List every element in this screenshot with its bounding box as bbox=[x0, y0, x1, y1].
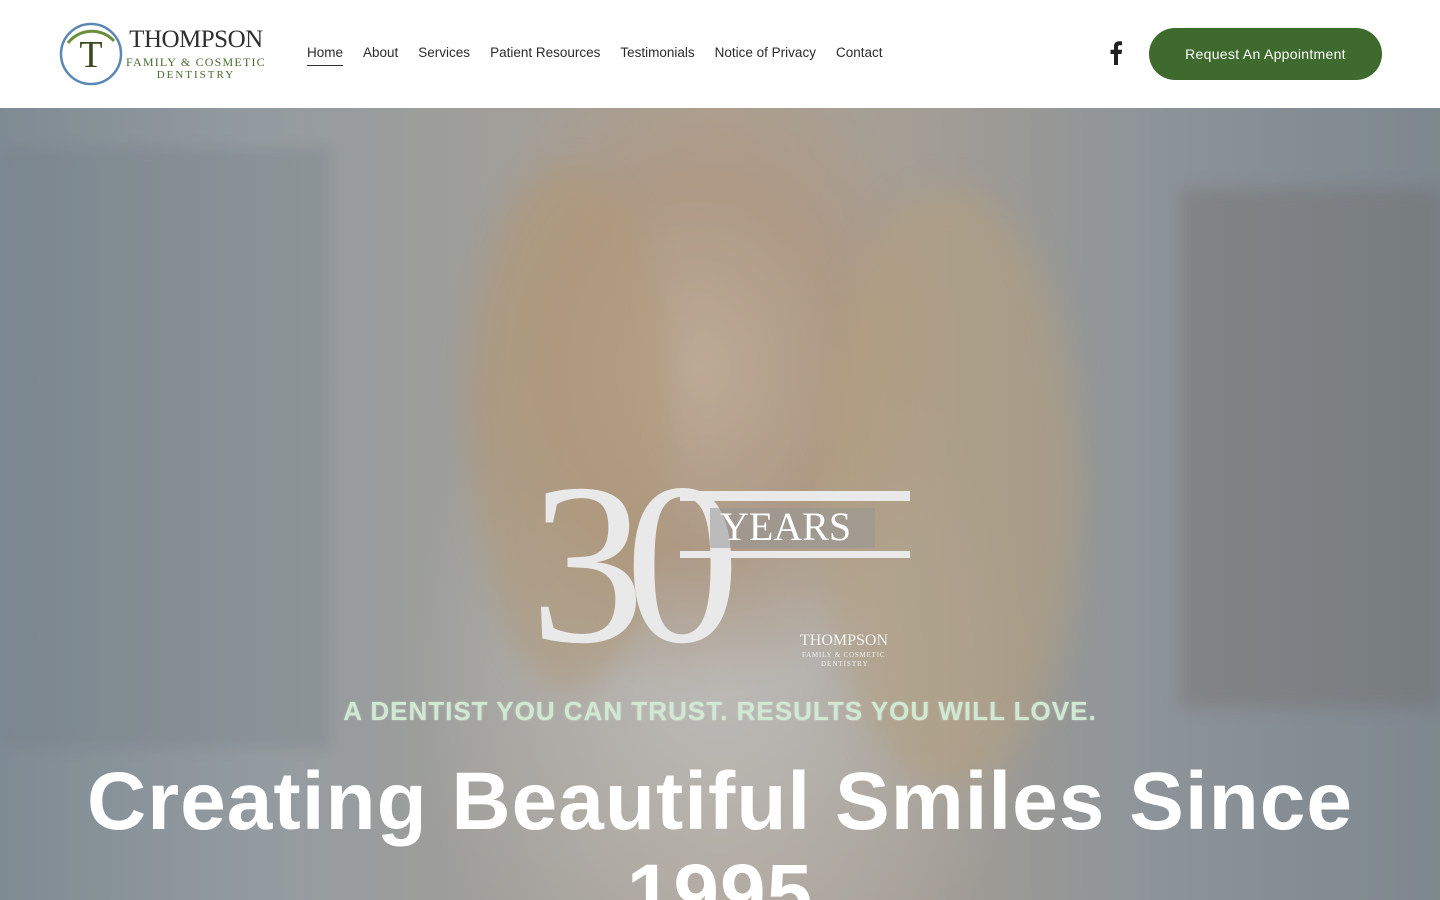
logo-subtitle-2: DENTISTRY bbox=[156, 69, 236, 81]
facebook-icon[interactable] bbox=[1105, 40, 1127, 66]
nav-item-notice-of-privacy[interactable]: Notice of Privacy bbox=[715, 44, 816, 66]
nav-item-patient-resources[interactable]: Patient Resources bbox=[490, 44, 600, 66]
logo-name: THOMPSON bbox=[129, 26, 263, 53]
nav-item-about[interactable]: About bbox=[363, 44, 398, 66]
logo-subtitle: FAMILY & COSMETIC bbox=[126, 55, 266, 69]
hero-headline: Creating Beautiful Smiles Since 1995 bbox=[87, 756, 1353, 900]
logo-mark-icon: T bbox=[58, 21, 124, 87]
nav-item-contact[interactable]: Contact bbox=[836, 44, 883, 66]
site-logo[interactable]: T THOMPSON FAMILY & COSMETIC DENTISTRY bbox=[58, 20, 278, 88]
svg-text:T: T bbox=[79, 34, 102, 76]
anniversary-badge: 30 YEARS THOMPSON FAMILY & COSMETIC DENT… bbox=[530, 436, 910, 673]
site-header: T THOMPSON FAMILY & COSMETIC DENTISTRY H… bbox=[0, 0, 1440, 108]
badge-brand: THOMPSON bbox=[800, 632, 888, 649]
badge-years: YEARS bbox=[720, 504, 851, 549]
logo-text: THOMPSON FAMILY & COSMETIC DENTISTRY bbox=[126, 26, 266, 82]
badge-brand-sub: FAMILY & COSMETIC bbox=[802, 651, 885, 659]
badge-brand-sub-2: DENTISTRY bbox=[821, 660, 869, 668]
nav-item-testimonials[interactable]: Testimonials bbox=[620, 44, 694, 66]
request-appointment-button[interactable]: Request An Appointment bbox=[1149, 28, 1382, 80]
nav-item-services[interactable]: Services bbox=[418, 44, 470, 66]
nav-item-home[interactable]: Home bbox=[307, 44, 344, 66]
main-nav: Home About Services Patient Resources Te… bbox=[307, 44, 882, 66]
hero-tagline: A DENTIST YOU CAN TRUST. RESULTS YOU WIL… bbox=[343, 696, 1097, 726]
hero-section: 30 YEARS THOMPSON FAMILY & COSMETIC DENT… bbox=[0, 108, 1440, 900]
